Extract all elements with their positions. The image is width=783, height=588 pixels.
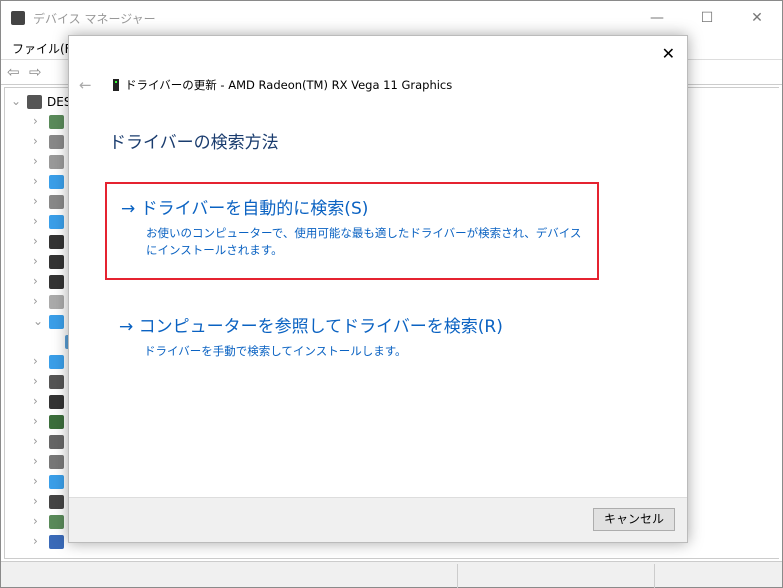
chevron-right-icon[interactable]: › — [33, 494, 38, 508]
dialog-header-text: ドライバーの更新 - AMD Radeon(TM) RX Vega 11 Gra… — [125, 78, 453, 92]
device-category-icon — [49, 495, 64, 509]
chevron-down-icon[interactable]: ⌄ — [11, 94, 21, 108]
chevron-right-icon[interactable]: › — [33, 394, 38, 408]
device-category-icon — [49, 395, 64, 409]
close-button[interactable]: ✕ — [737, 5, 777, 31]
browse-computer-option[interactable]: → コンピューターを参照してドライバーを検索(R) ドライバーを手動で検索してイ… — [105, 302, 599, 370]
chevron-down-icon[interactable]: ⌄ — [33, 314, 43, 328]
device-category-icon — [49, 355, 64, 369]
chevron-right-icon[interactable]: › — [33, 174, 38, 188]
chevron-right-icon[interactable]: › — [33, 294, 38, 308]
device-category-icon — [49, 255, 64, 269]
title-bar: デバイス マネージャー — ☐ ✕ — [1, 1, 782, 36]
search-automatically-option[interactable]: → ドライバーを自動的に検索(S) お使いのコンピューターで、使用可能な最も適し… — [105, 182, 599, 280]
chevron-right-icon[interactable]: › — [33, 234, 38, 248]
device-category-icon — [49, 315, 64, 329]
device-category-icon — [49, 155, 64, 169]
device-category-icon — [49, 215, 64, 229]
chevron-right-icon[interactable]: › — [33, 474, 38, 488]
device-category-icon — [49, 515, 64, 529]
device-category-icon — [49, 235, 64, 249]
device-manager-icon — [11, 11, 25, 25]
chevron-right-icon[interactable]: › — [33, 534, 38, 548]
option-title: → ドライバーを自動的に検索(S) — [121, 199, 369, 219]
option-title: → コンピューターを参照してドライバーを検索(R) — [119, 317, 503, 337]
dialog-footer: キャンセル — [69, 497, 687, 542]
device-category-icon — [49, 115, 64, 129]
device-category-icon — [49, 475, 64, 489]
dialog-close-button[interactable]: ✕ — [662, 44, 675, 63]
chevron-right-icon[interactable]: › — [33, 254, 38, 268]
chevron-right-icon[interactable]: › — [33, 154, 38, 168]
status-bar — [1, 561, 782, 588]
device-category-icon — [49, 295, 64, 309]
cancel-button[interactable]: キャンセル — [593, 508, 675, 531]
device-category-icon — [49, 195, 64, 209]
chevron-right-icon[interactable]: › — [33, 274, 38, 288]
chevron-right-icon[interactable]: › — [33, 214, 38, 228]
device-category-icon — [49, 175, 64, 189]
device-category-icon — [49, 135, 64, 149]
forward-icon[interactable]: ⇨ — [29, 63, 42, 81]
chevron-right-icon[interactable]: › — [33, 114, 38, 128]
chevron-right-icon[interactable]: › — [33, 134, 38, 148]
maximize-button[interactable]: ☐ — [687, 5, 727, 31]
option-description: お使いのコンピューターで、使用可能な最も適したドライバーが検索され、デバイスにイ… — [146, 226, 582, 257]
menu-file[interactable]: ファイル(F) — [12, 40, 76, 57]
update-driver-dialog: ✕ ← ドライバーの更新 - AMD Radeon(TM) RX Vega 11… — [68, 35, 688, 543]
dialog-title: ドライバーの検索方法 — [109, 133, 279, 153]
chevron-right-icon[interactable]: › — [33, 454, 38, 468]
chevron-right-icon[interactable]: › — [33, 374, 38, 388]
chevron-right-icon[interactable]: › — [33, 354, 38, 368]
graphics-device-icon — [113, 79, 119, 91]
device-category-icon — [49, 435, 64, 449]
dialog-header: ドライバーの更新 - AMD Radeon(TM) RX Vega 11 Gra… — [113, 77, 452, 93]
minimize-button[interactable]: — — [637, 5, 677, 31]
dialog-back-button[interactable]: ← — [79, 76, 92, 94]
device-category-icon — [49, 375, 64, 389]
device-category-icon — [49, 535, 64, 549]
device-category-icon — [49, 415, 64, 429]
device-category-icon — [49, 275, 64, 289]
chevron-right-icon[interactable]: › — [33, 194, 38, 208]
window-title: デバイス マネージャー — [33, 12, 156, 26]
back-icon[interactable]: ⇦ — [7, 63, 20, 81]
device-category-icon — [49, 455, 64, 469]
chevron-right-icon[interactable]: › — [33, 414, 38, 428]
option-description: ドライバーを手動で検索してインストールします。 — [144, 344, 407, 358]
chevron-right-icon[interactable]: › — [33, 434, 38, 448]
chevron-right-icon[interactable]: › — [33, 514, 38, 528]
computer-icon — [27, 95, 42, 109]
